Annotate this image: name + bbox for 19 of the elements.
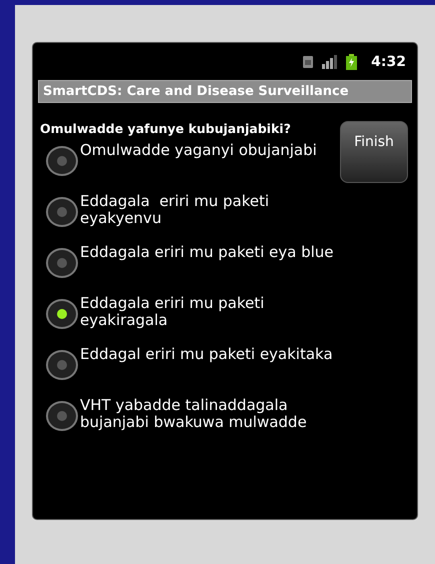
option-label[interactable]: VHT yabadde talinaddagala bujanjabi bwakuwa mulwadde [80, 397, 340, 431]
signal-icon [322, 54, 338, 68]
clock-time: 4:32 [371, 54, 406, 70]
option-label[interactable]: Eddagala eriri mu paketi eyakyenvu [80, 193, 340, 227]
radio-button[interactable] [46, 197, 78, 227]
battery-icon [346, 54, 358, 70]
radio-button[interactable] [46, 248, 78, 278]
radio-button[interactable] [46, 350, 78, 380]
option-label[interactable]: Omulwadde yaganyi obujanjabi [80, 142, 317, 159]
option-label[interactable]: Eddagal eriri mu paketi eyakitaka [80, 346, 333, 363]
finish-button[interactable]: Finish [340, 121, 408, 183]
option-label[interactable]: Eddagala eriri mu paketi eya blue [80, 244, 334, 261]
radio-button[interactable] [46, 299, 78, 329]
question-text: Omulwadde yafunye kubujanjabiki? [40, 121, 292, 136]
title-bar: SmartCDS: Care and Disease Surveillance [38, 80, 412, 103]
radio-button[interactable] [46, 401, 78, 431]
option-label[interactable]: Eddagala eriri mu paketi eyakiragala [80, 295, 340, 329]
radio-button[interactable] [46, 146, 78, 176]
sim-icon [302, 54, 314, 68]
